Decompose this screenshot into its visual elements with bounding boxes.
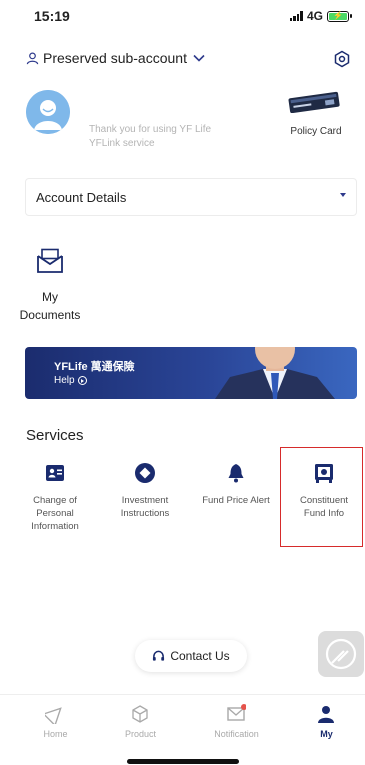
documents-line-1: My — [42, 290, 58, 304]
welcome-line-1: Thank you for using YF Life — [89, 124, 212, 135]
welcome-text: Thank you for using YF Life YFLink servi… — [89, 123, 249, 151]
service-label-line: Information — [31, 521, 79, 532]
nav-my-label: My — [320, 729, 333, 739]
service-label-line: Investment — [121, 495, 169, 506]
profile-card-icon[interactable] — [44, 462, 66, 484]
banner-brand-text: YFLife 萬通保險 — [54, 361, 135, 373]
my-documents-label[interactable]: My Documents — [10, 288, 90, 324]
welcome-line-2: YFLink service — [89, 138, 155, 149]
user-outline-icon — [26, 52, 39, 64]
cube-icon — [132, 705, 148, 723]
highlight-box — [280, 447, 363, 547]
documents-icon[interactable] — [36, 248, 64, 274]
service-label-line: Fund Price Alert — [202, 495, 270, 506]
settings-icon[interactable] — [333, 50, 351, 68]
chevron-down-icon — [193, 54, 205, 62]
account-details-dropdown[interactable]: Account Details — [25, 178, 357, 216]
mail-icon — [227, 704, 246, 721]
account-selector[interactable]: Preserved sub-account — [26, 50, 205, 66]
signal-icon — [289, 11, 303, 21]
account-name: Preserved sub-account — [43, 50, 187, 66]
policy-card-label[interactable]: Policy Card — [282, 126, 350, 137]
compass-icon — [325, 638, 357, 670]
network-label: 4G — [306, 9, 323, 23]
service-investment-instructions[interactable]: Investment Instructions — [105, 494, 185, 520]
account-details-label: Account Details — [36, 189, 127, 205]
nav-product[interactable]: Product — [104, 700, 177, 744]
floating-assist-button[interactable] — [318, 631, 364, 677]
service-fund-price-alert[interactable]: Fund Price Alert — [196, 494, 276, 507]
documents-line-2: Documents — [19, 308, 81, 322]
headset-icon — [153, 650, 165, 661]
nav-notification[interactable]: Notification — [200, 700, 273, 744]
nav-notification-label: Notification — [214, 729, 259, 739]
contact-us-button[interactable]: Contact Us — [135, 640, 247, 672]
face-icon — [26, 90, 70, 134]
service-change-personal-info[interactable]: Change of Personal Information — [15, 494, 95, 533]
service-label-line: Personal — [36, 508, 74, 519]
nav-home[interactable]: Home — [19, 700, 92, 744]
contact-us-label: Contact Us — [170, 649, 230, 663]
services-title: Services — [26, 427, 84, 444]
policy-card-image[interactable] — [285, 91, 343, 113]
bell-icon[interactable] — [225, 462, 247, 484]
person-icon — [318, 706, 334, 723]
status-time: 15:19 — [34, 8, 70, 24]
home-icon — [45, 707, 62, 724]
banner-help-link[interactable]: Help — [54, 375, 87, 386]
nav-my[interactable]: My — [290, 700, 363, 744]
nav-home-label: Home — [43, 729, 68, 739]
battery-icon: ⚡ — [327, 10, 352, 22]
play-circle-icon — [77, 376, 87, 385]
diamond-icon[interactable] — [134, 462, 156, 484]
avatar[interactable] — [26, 90, 70, 134]
service-label-line: Instructions — [120, 508, 170, 519]
service-label-line: Change of — [33, 495, 77, 506]
nav-product-label: Product — [124, 729, 157, 739]
home-indicator — [127, 759, 239, 764]
status-indicators: 4G ⚡ — [289, 9, 352, 23]
banner-help-label: Help — [54, 375, 75, 386]
dropdown-arrow-icon — [340, 193, 346, 197]
